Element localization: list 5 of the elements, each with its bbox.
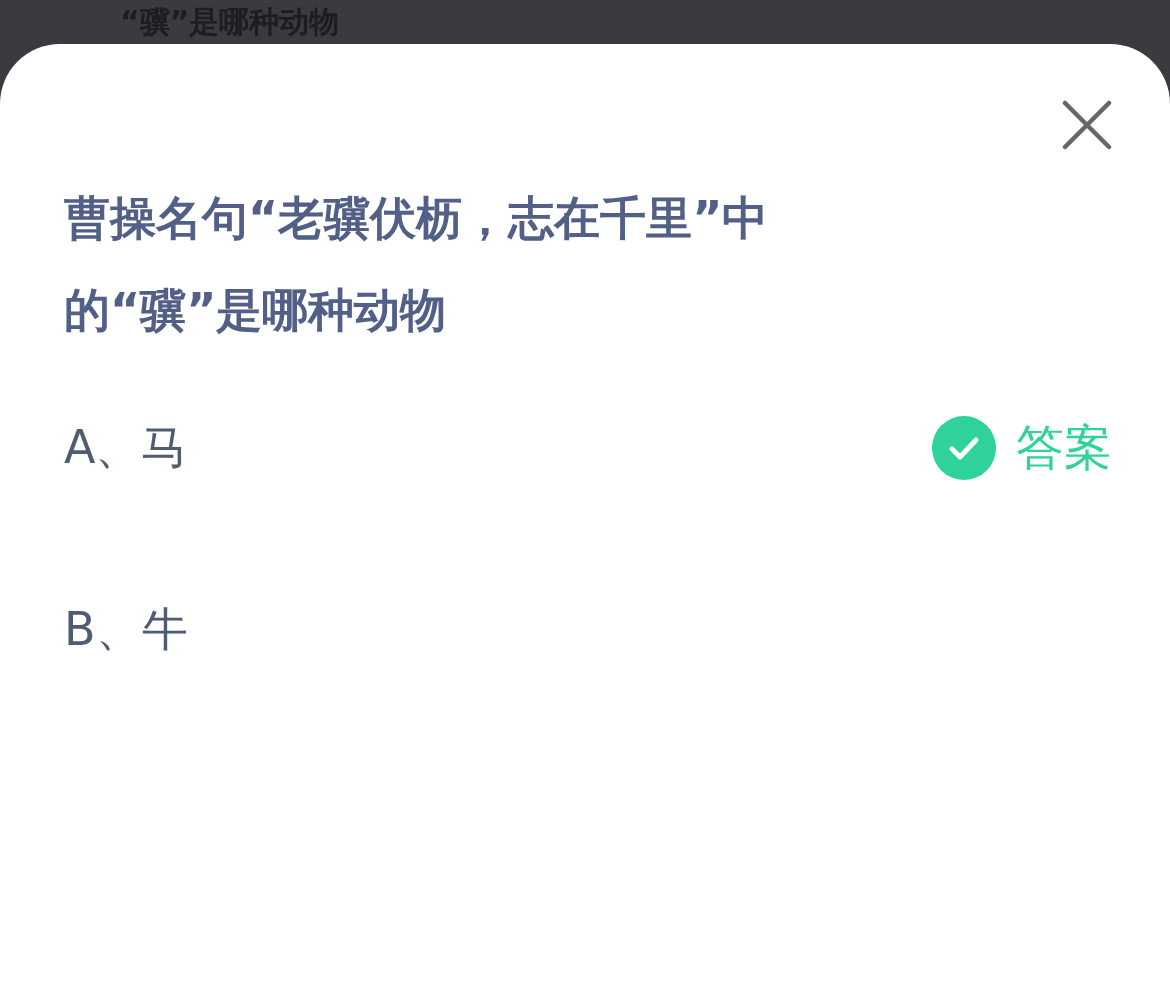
answer-label: 答案	[1016, 418, 1112, 477]
close-icon[interactable]	[1062, 100, 1112, 150]
option-text[interactable]: A、马	[64, 417, 188, 479]
option-text[interactable]: B、牛	[64, 599, 188, 661]
question-text: 曹操名句“老骥伏枥，志在千里”中的“骥”是哪种动物	[64, 190, 770, 339]
